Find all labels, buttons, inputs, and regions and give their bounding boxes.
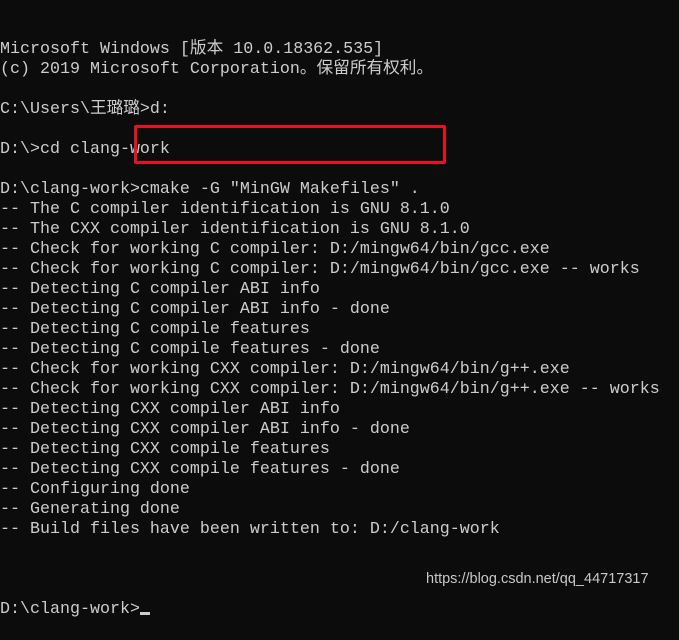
console-line: -- Configuring done [0,480,190,499]
console-line: -- Check for working C compiler: D:/ming… [0,240,550,259]
console-line: -- Detecting CXX compiler ABI info - don… [0,420,410,439]
console-line: -- Check for working C compiler: D:/ming… [0,260,640,279]
console-line: -- Detecting C compiler ABI info [0,280,320,299]
console-line: -- Check for working CXX compiler: D:/mi… [0,380,660,399]
console-line: -- Detecting CXX compile features - done [0,460,400,479]
console-line: -- Detecting C compile features - done [0,340,380,359]
console-line: (c) 2019 Microsoft Corporation。保留所有权利。 [0,60,434,79]
console-line: -- Detecting C compiler ABI info - done [0,300,390,319]
console-line: C:\Users\王璐璐>d: [0,100,170,119]
console-line: D:\clang-work>cmake -G "MinGW Makefiles"… [0,180,420,199]
console-line: -- Detecting C compile features [0,320,310,339]
text-cursor [139,612,150,615]
console-output[interactable]: Microsoft Windows [版本 10.0.18362.535] (c)… [0,0,660,640]
console-line: -- The CXX compiler identification is GN… [0,220,470,239]
console-line: Microsoft Windows [版本 10.0.18362.535] [0,40,384,59]
console-line: -- Build files have been written to: D:/… [0,520,500,539]
console-line: -- Generating done [0,500,180,519]
prompt: D:\clang-work> [0,600,140,619]
console-lines: Microsoft Windows [版本 10.0.18362.535] (c)… [0,40,660,560]
console-line: -- Check for working CXX compiler: D:/mi… [0,360,570,379]
prompt-line[interactable]: D:\clang-work> [0,600,660,620]
console-line: -- Detecting CXX compiler ABI info [0,400,340,419]
highlight-box [134,125,446,164]
console-line: -- Detecting CXX compile features [0,440,330,459]
console-line: -- The C compiler identification is GNU … [0,200,450,219]
watermark: https://blog.csdn.net/qq_44717317 [426,571,649,587]
